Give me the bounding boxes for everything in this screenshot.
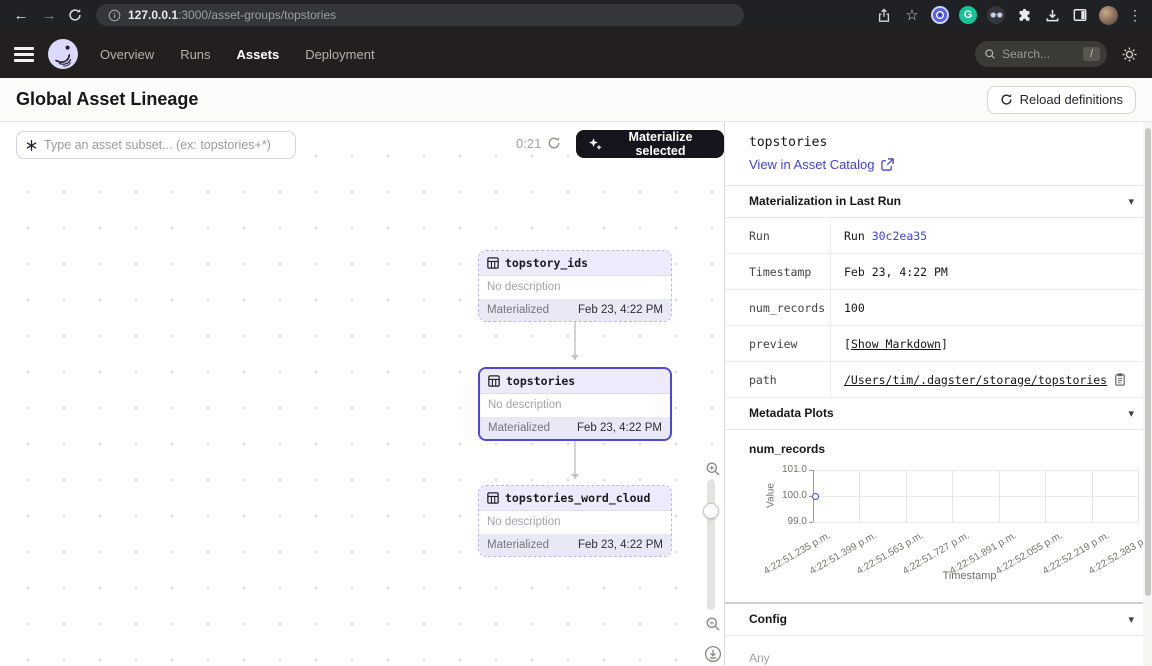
search-input[interactable] xyxy=(1002,47,1077,61)
section-materialization-in-last-run[interactable]: Materialization in Last Run ▾ xyxy=(725,185,1152,218)
asset-graph-canvas[interactable]: 0:21 Materialize selected topstory_ids N… xyxy=(0,122,725,666)
browser-back-button[interactable]: ← xyxy=(10,7,32,24)
node-description: No description xyxy=(480,394,670,417)
site-info-icon[interactable] xyxy=(108,9,121,22)
dagster-logo[interactable] xyxy=(48,39,78,69)
zoom-to-fit-icon[interactable] xyxy=(704,645,722,666)
share-icon[interactable] xyxy=(875,6,893,24)
metadata-plot-chart: 99.0100.0101.04:22:51.235 p.m.4:22:51.39… xyxy=(725,458,1140,590)
nav-item-runs[interactable]: Runs xyxy=(180,47,210,62)
asset-subset-filter[interactable] xyxy=(16,131,296,159)
asset-node-topstory-ids[interactable]: topstory_ids No description Materialized… xyxy=(478,250,672,322)
nav-item-overview[interactable]: Overview xyxy=(100,47,154,62)
panel-scrollbar-thumb[interactable] xyxy=(1145,128,1151,596)
settings-gear-icon[interactable] xyxy=(1121,46,1138,63)
page-title: Global Asset Lineage xyxy=(16,89,198,110)
path-link[interactable]: /Users/tim/.dagster/storage/topstories xyxy=(844,373,1107,387)
zoom-out-icon[interactable] xyxy=(705,616,721,637)
table-grid-icon xyxy=(488,375,500,387)
sparkle-icon xyxy=(588,137,602,151)
zoom-slider-handle[interactable] xyxy=(703,503,719,519)
table-row: Timestamp Feb 23, 4:22 PM xyxy=(725,254,1152,290)
node-status: Materialized xyxy=(487,539,549,551)
zoom-slider-track[interactable] xyxy=(707,480,715,610)
view-in-asset-catalog-link[interactable]: View in Asset Catalog xyxy=(749,157,1128,172)
node-description: No description xyxy=(479,276,671,299)
address-bar[interactable]: 127.0.0.1:3000/asset-groups/topstories xyxy=(96,4,744,26)
external-link-icon xyxy=(881,158,894,171)
node-timestamp: Feb 23, 4:22 PM xyxy=(578,304,663,316)
copy-icon[interactable] xyxy=(1114,373,1126,386)
asset-subset-input[interactable] xyxy=(44,138,287,152)
search-shortcut-badge: / xyxy=(1083,47,1100,61)
downloads-icon[interactable] xyxy=(1043,6,1061,24)
asset-node-topstories-word-cloud[interactable]: topstories_word_cloud No description Mat… xyxy=(478,485,672,557)
browser-menu-icon[interactable]: ⋮ xyxy=(1128,7,1142,24)
chevron-down-icon: ▾ xyxy=(1128,613,1134,626)
table-row: path /Users/tim/.dagster/storage/topstor… xyxy=(725,362,1152,398)
sidebar-toggle-icon[interactable] xyxy=(1071,6,1089,24)
browser-chrome: ← → 127.0.0.1:3000/asset-groups/topstori… xyxy=(0,0,1152,30)
node-status: Materialized xyxy=(487,304,549,316)
table-row: num_records 100 xyxy=(725,290,1152,326)
config-value: Any xyxy=(725,636,1152,666)
extension-glasses-icon[interactable] xyxy=(987,6,1005,24)
browser-reload-button[interactable] xyxy=(66,6,84,24)
node-timestamp: Feb 23, 4:22 PM xyxy=(578,539,663,551)
browser-profile-avatar[interactable] xyxy=(1099,6,1118,25)
graph-refresh-icon[interactable] xyxy=(547,136,561,155)
zoom-in-icon[interactable] xyxy=(705,461,721,482)
refresh-timer: 0:21 xyxy=(516,136,541,151)
extensions-puzzle-icon[interactable] xyxy=(1015,6,1033,24)
page-header: Global Asset Lineage Reload definitions xyxy=(0,78,1152,122)
plot-series-label: num_records xyxy=(725,430,1152,456)
extension-password-icon[interactable] xyxy=(931,6,949,24)
panel-scrollbar xyxy=(1143,122,1152,666)
edge-topstory-ids-to-topstories xyxy=(574,318,576,360)
asset-node-topstories[interactable]: topstories No description Materialized F… xyxy=(478,367,672,441)
table-grid-icon xyxy=(487,257,499,269)
chevron-down-icon: ▾ xyxy=(1128,195,1134,208)
refresh-icon xyxy=(1000,93,1013,106)
nav-item-deployment[interactable]: Deployment xyxy=(305,47,374,62)
run-id-link[interactable]: 30c2ea35 xyxy=(872,229,927,243)
edge-topstories-to-word-cloud xyxy=(574,435,576,479)
app-nav: Overview Runs Assets Deployment / xyxy=(0,30,1152,78)
url-text: 127.0.0.1:3000/asset-groups/topstories xyxy=(128,8,336,22)
asset-graph-filter-icon xyxy=(25,139,38,152)
global-search[interactable]: / xyxy=(975,41,1107,67)
materialize-selected-button[interactable]: Materialize selected xyxy=(576,130,724,158)
menu-hamburger-icon[interactable] xyxy=(14,47,34,62)
node-status: Materialized xyxy=(488,422,550,434)
chevron-down-icon: ▾ xyxy=(1128,407,1134,420)
nav-item-assets[interactable]: Assets xyxy=(237,47,280,62)
section-config[interactable]: Config ▾ xyxy=(725,604,1152,636)
node-timestamp: Feb 23, 4:22 PM xyxy=(577,422,662,434)
asset-detail-panel: topstories View in Asset Catalog Materia… xyxy=(725,122,1152,666)
table-row: Run Run 30c2ea35 xyxy=(725,218,1152,254)
show-markdown-link[interactable]: Show Markdown xyxy=(851,337,941,351)
reload-definitions-button[interactable]: Reload definitions xyxy=(987,86,1136,114)
section-metadata-plots[interactable]: Metadata Plots ▾ xyxy=(725,398,1152,430)
table-grid-icon xyxy=(487,492,499,504)
panel-asset-name: topstories xyxy=(749,135,1128,150)
node-description: No description xyxy=(479,511,671,534)
bookmark-star-icon[interactable]: ☆ xyxy=(903,6,921,24)
materialization-table: Run Run 30c2ea35 Timestamp Feb 23, 4:22 … xyxy=(725,218,1152,398)
table-row: preview [Show Markdown] xyxy=(725,326,1152,362)
browser-forward-button[interactable]: → xyxy=(38,7,60,24)
extension-grammarly-icon[interactable]: G xyxy=(959,6,977,24)
search-icon xyxy=(984,48,996,60)
